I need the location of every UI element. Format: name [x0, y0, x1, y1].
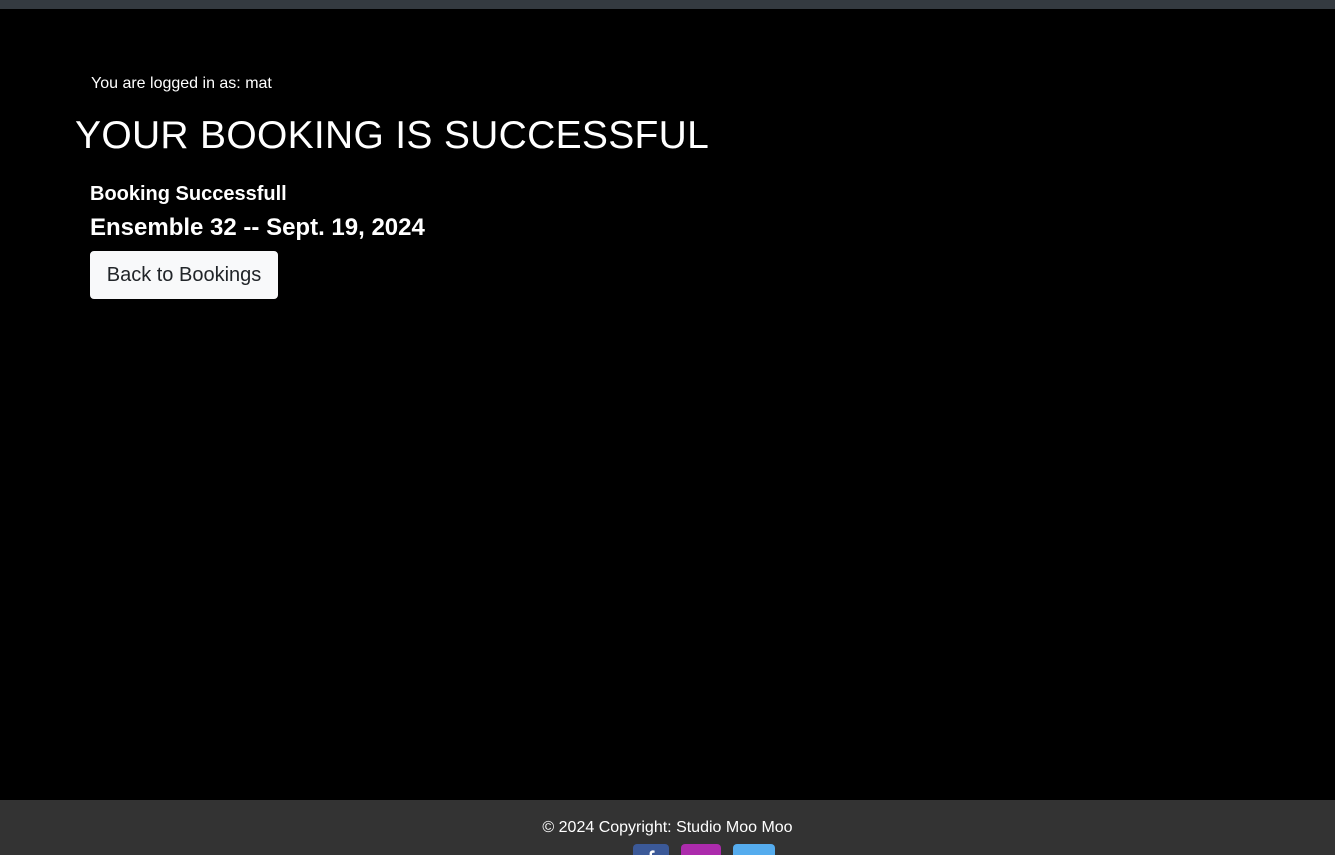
instagram-icon[interactable]	[681, 844, 721, 855]
main-content: You are logged in as: mat YOUR BOOKING I…	[0, 9, 1335, 800]
facebook-icon[interactable]	[633, 844, 669, 855]
top-navbar	[0, 0, 1335, 9]
login-status: You are logged in as: mat	[91, 75, 272, 92]
copyright-text: © 2024 Copyright: Studio Moo Moo	[542, 819, 793, 836]
back-to-bookings-button[interactable]: Back to Bookings	[90, 251, 278, 299]
facebook-glyph	[649, 850, 655, 855]
page-title: YOUR BOOKING IS SUCCESSFUL	[75, 114, 710, 157]
footer: © 2024 Copyright: Studio Moo Moo	[0, 800, 1335, 855]
booking-detail: Ensemble 32 -- Sept. 19, 2024	[90, 214, 425, 241]
booking-status-heading: Booking Successfull	[90, 183, 287, 205]
twitter-icon[interactable]	[733, 844, 775, 855]
